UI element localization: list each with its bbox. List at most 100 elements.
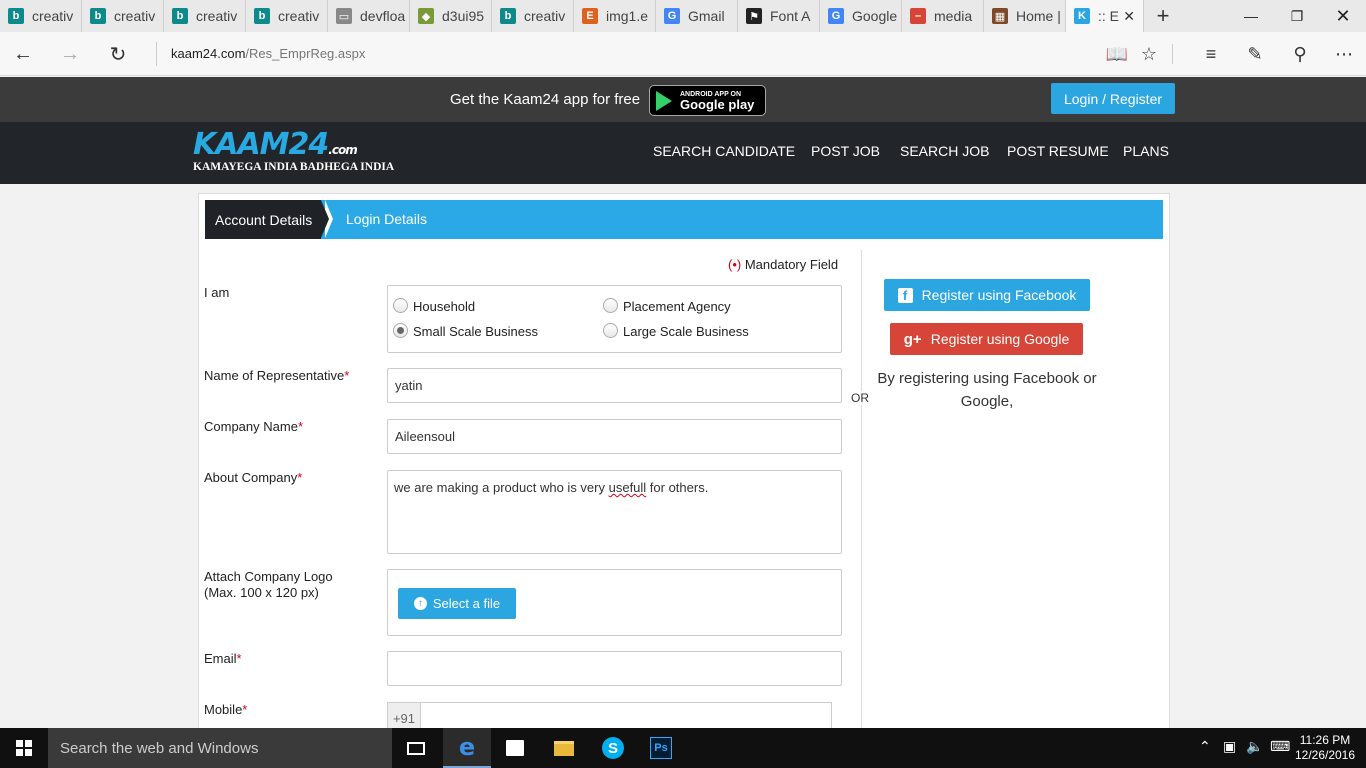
- bing-icon: b: [8, 8, 24, 24]
- badge-big-text: Google play: [680, 96, 755, 112]
- radio-circle-selected[interactable]: [393, 322, 408, 338]
- back-arrow-icon[interactable]: ←: [7, 39, 39, 69]
- refresh-icon[interactable]: ↻: [102, 39, 134, 69]
- browser-tab[interactable]: b creativ: [492, 0, 574, 32]
- about-company-label: About Company*: [204, 470, 303, 485]
- upload-icon: ↑: [413, 597, 427, 610]
- radio-label: Household: [413, 299, 476, 314]
- url-domain: kaam24.com: [171, 46, 246, 61]
- kaam24-logo[interactable]: KAAM24.com KAMAYEGA INDIA BADHEGA INDIA: [193, 129, 395, 177]
- puzzle-icon: ◆: [418, 8, 434, 24]
- nav-plans[interactable]: PLANS: [1123, 143, 1169, 159]
- company-name-input[interactable]: Aileensoul: [387, 419, 842, 454]
- bing-icon: b: [172, 8, 188, 24]
- favorite-star-icon[interactable]: ☆: [1135, 41, 1163, 67]
- or-label: OR: [851, 391, 869, 405]
- minimize-icon[interactable]: —: [1228, 0, 1274, 32]
- radio-circle[interactable]: [603, 322, 618, 338]
- social-register-note: By registering using Facebook or Google,: [877, 370, 1097, 410]
- radio-household[interactable]: Household: [393, 296, 475, 314]
- kaam24-icon: K: [1074, 8, 1090, 24]
- browser-tab[interactable]: G Google: [820, 0, 902, 32]
- mandatory-mark: (•): [728, 257, 742, 272]
- browser-tab[interactable]: b creativ: [0, 0, 82, 32]
- browser-tab-label: creativ: [196, 8, 238, 24]
- nav-search-job[interactable]: SEARCH JOB: [900, 143, 989, 159]
- logo-com-text: .com: [328, 143, 357, 157]
- step-login-details[interactable]: Login Details: [346, 211, 427, 227]
- nav-post-resume[interactable]: POST RESUME: [1007, 143, 1109, 159]
- forward-arrow-icon[interactable]: →: [54, 39, 86, 69]
- google-plus-icon: g+: [903, 330, 922, 348]
- start-button[interactable]: [0, 728, 48, 768]
- browser-tab[interactable]: ▭ devfloa: [328, 0, 410, 32]
- browser-tab[interactable]: G Gmail: [656, 0, 738, 32]
- tray-chevron-icon[interactable]: ⌃: [1199, 738, 1211, 755]
- radio-placement-agency[interactable]: Placement Agency: [603, 296, 731, 314]
- browser-tab-label: Google: [852, 8, 898, 24]
- browser-tab-label: Gmail: [688, 8, 725, 24]
- google-icon: G: [664, 8, 680, 24]
- radio-large-scale-business[interactable]: Large Scale Business: [603, 321, 749, 339]
- etsy-icon: E: [582, 8, 598, 24]
- browser-tab[interactable]: b creativ: [82, 0, 164, 32]
- close-window-icon[interactable]: ✕: [1320, 0, 1366, 32]
- new-tab-icon[interactable]: +: [1144, 0, 1182, 32]
- close-tab-icon[interactable]: ✕: [1123, 8, 1135, 25]
- photoshop-icon[interactable]: Ps: [637, 728, 685, 768]
- browser-tab-label: creativ: [278, 8, 320, 24]
- misspelled-word: usefull: [608, 480, 647, 495]
- browser-tab-label: creativ: [524, 8, 566, 24]
- taskbar-clock[interactable]: 11:26 PM 12/26/2016: [1290, 733, 1360, 763]
- google-play-badge[interactable]: ANDROID APP ON Google play: [649, 85, 766, 116]
- company-name-label: Company Name*: [204, 419, 303, 434]
- browser-tab[interactable]: K:: E ✕: [1066, 0, 1144, 32]
- keyboard-icon[interactable]: ⌨: [1270, 738, 1290, 755]
- email-input[interactable]: [387, 651, 842, 686]
- column-divider: [861, 250, 862, 730]
- step-account-details[interactable]: Account Details: [205, 200, 321, 239]
- radio-small-scale-business[interactable]: Small Scale Business: [393, 321, 538, 339]
- hub-icon[interactable]: ≡: [1197, 41, 1225, 67]
- browser-tab-label: creativ: [32, 8, 74, 24]
- browser-tab[interactable]: ⚑ Font A: [738, 0, 820, 32]
- file-explorer-icon[interactable]: [540, 728, 588, 768]
- nav-post-job[interactable]: POST JOB: [811, 143, 880, 159]
- radio-circle[interactable]: [393, 297, 408, 313]
- web-note-icon[interactable]: ✎: [1241, 41, 1269, 67]
- browser-tab[interactable]: ▦ Home |: [984, 0, 1066, 32]
- select-file-button[interactable]: ↑ Select a file: [398, 588, 516, 619]
- browser-tab[interactable]: b creativ: [164, 0, 246, 32]
- representative-input[interactable]: yatin: [387, 368, 842, 403]
- share-icon[interactable]: ⚲: [1286, 41, 1314, 67]
- task-view-icon[interactable]: [392, 728, 440, 768]
- browser-tab[interactable]: ◆ d3ui95: [410, 0, 492, 32]
- about-company-textarea[interactable]: we are making a product who is very usef…: [387, 470, 842, 554]
- taskbar-search[interactable]: Search the web and Windows: [48, 728, 392, 768]
- skype-icon[interactable]: S: [589, 728, 637, 768]
- browser-tab-strip: b creativ b creativ b creativ b creativ ▭ devfloa…: [0, 0, 1366, 32]
- volume-icon[interactable]: 🔈: [1246, 738, 1263, 755]
- clock-date: 12/26/2016: [1294, 748, 1356, 762]
- browser-tab[interactable]: Eimg1.e: [574, 0, 656, 32]
- facebook-icon: f: [897, 287, 913, 303]
- radio-circle[interactable]: [603, 297, 618, 313]
- edge-icon[interactable]: e: [443, 728, 491, 768]
- url-path: /Res_EmprReg.aspx: [245, 46, 366, 61]
- logo-tagline: KAMAYEGA INDIA BADHEGA INDIA: [193, 161, 395, 173]
- restore-icon[interactable]: ❐: [1274, 0, 1320, 32]
- register-facebook-button[interactable]: f Register using Facebook: [884, 279, 1090, 311]
- radio-label: Small Scale Business: [413, 324, 538, 339]
- nav-search-candidate[interactable]: SEARCH CANDIDATE: [653, 143, 795, 159]
- browser-tab[interactable]: b creativ: [246, 0, 328, 32]
- url-field[interactable]: kaam24.com/Res_EmprReg.aspx: [171, 46, 365, 61]
- more-icon[interactable]: ⋯: [1330, 41, 1358, 67]
- network-icon[interactable]: ▣: [1223, 738, 1236, 755]
- store-icon[interactable]: [491, 728, 539, 768]
- reading-view-icon[interactable]: 📖: [1103, 41, 1131, 67]
- login-register-button[interactable]: Login / Register: [1051, 83, 1175, 114]
- browser-tab-label: creativ: [114, 8, 156, 24]
- browser-tab[interactable]: – media: [902, 0, 984, 32]
- register-google-button[interactable]: g+ Register using Google: [890, 323, 1083, 355]
- browser-tab-label: media: [934, 8, 973, 24]
